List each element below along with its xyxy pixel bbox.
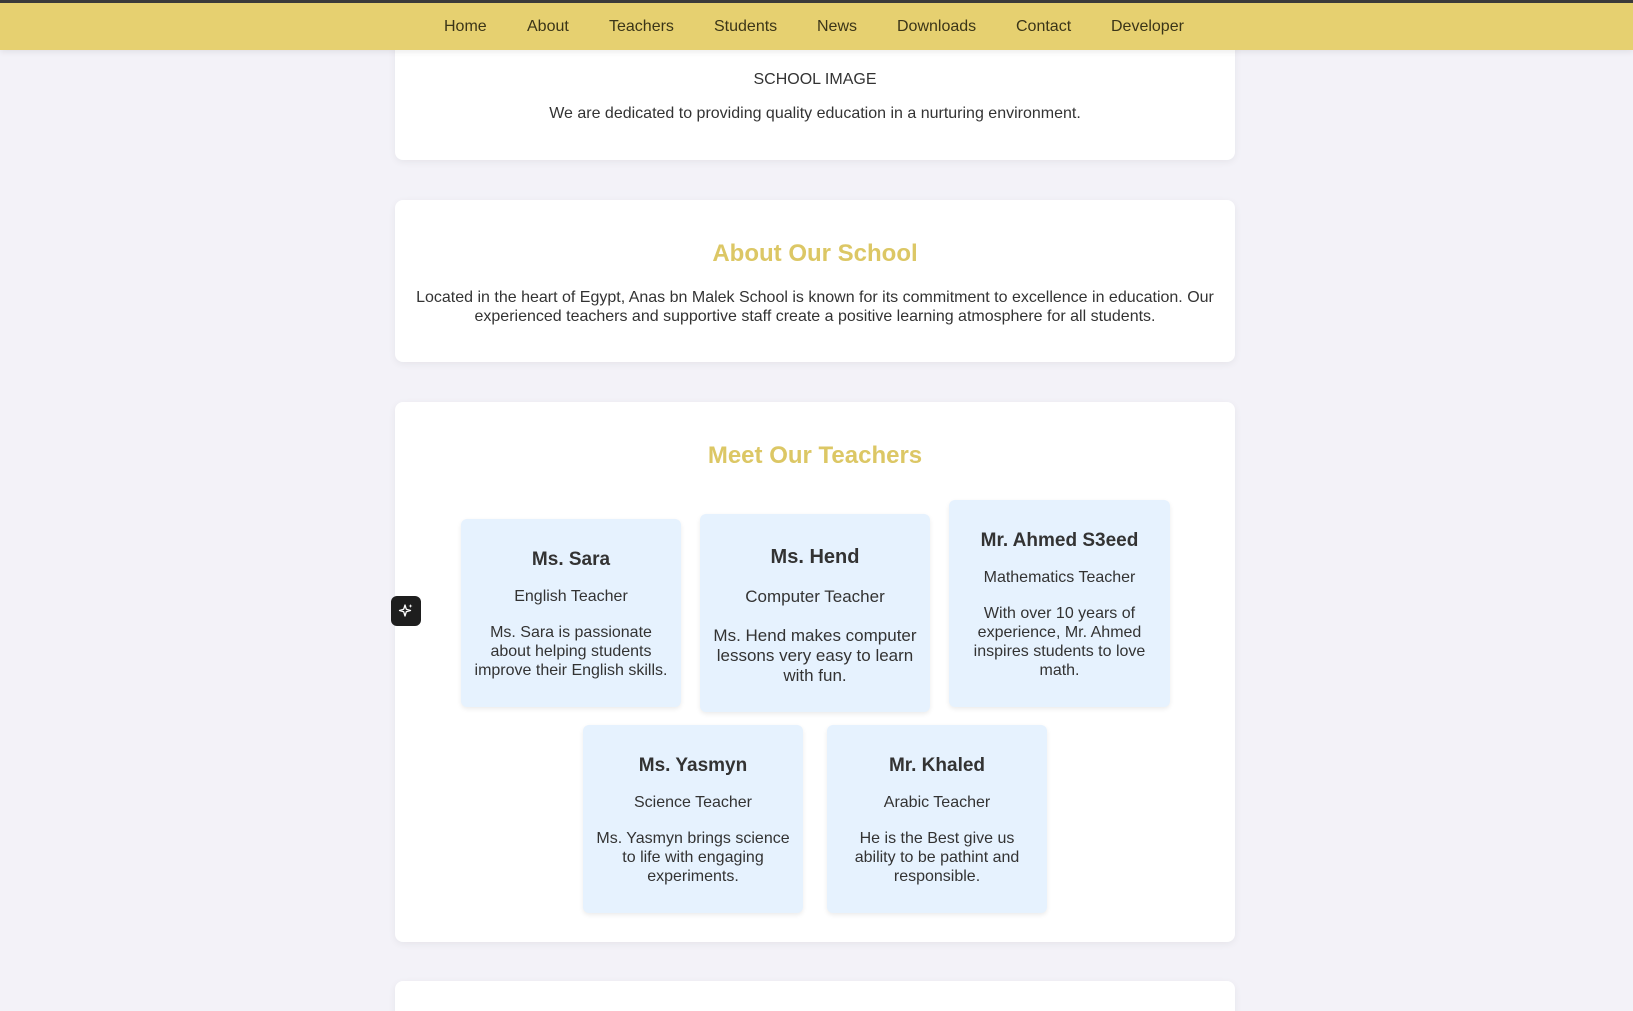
nav-about-link[interactable]: About <box>527 18 569 36</box>
nav-news-link[interactable]: News <box>817 18 857 36</box>
teacher-description: Ms. Sara is passionate about helping stu… <box>474 624 668 679</box>
about-title: About Our School <box>712 240 918 267</box>
nav-home-link[interactable]: Home <box>444 18 487 36</box>
school-image-placeholder: SCHOOL IMAGE <box>753 71 877 88</box>
teacher-card-khaled: Mr. Khaled Arabic Teacher He is the Best… <box>827 725 1047 913</box>
sparkle-icon <box>398 604 413 617</box>
sparkle-button[interactable] <box>391 596 421 626</box>
hero-tagline: We are dedicated to providing quality ed… <box>549 105 1081 122</box>
nav-students-link[interactable]: Students <box>714 18 777 36</box>
teacher-description: With over 10 years of experience, Mr. Ah… <box>973 605 1146 679</box>
teacher-card-sara: Ms. Sara English Teacher Ms. Sara is pas… <box>461 519 681 707</box>
teacher-name: Ms. Yasmyn <box>638 755 748 776</box>
about-section: About Our School Located in the heart of… <box>395 200 1235 362</box>
about-text: Located in the heart of Egypt, Anas bn M… <box>416 289 1214 325</box>
teacher-role: Science Teacher <box>634 794 752 811</box>
teacher-name: Mr. Ahmed S3eed <box>980 530 1139 551</box>
top-navigation-bar: Home About Teachers Students News Downlo… <box>0 0 1633 50</box>
teacher-role: Arabic Teacher <box>883 794 991 811</box>
teachers-section: Meet Our Teachers Ms. Sara English Teach… <box>395 402 1235 942</box>
teacher-description: Ms. Hend makes computer lessons very eas… <box>713 626 917 685</box>
teacher-description: Ms. Yasmyn brings science to life with e… <box>596 830 790 885</box>
teacher-name: Ms. Sara <box>531 549 611 570</box>
teachers-title: Meet Our Teachers <box>707 442 923 469</box>
nav-menu: Home About Teachers Students News Downlo… <box>0 3 1633 50</box>
nav-downloads-link[interactable]: Downloads <box>897 18 976 36</box>
teacher-role: Computer Teacher <box>745 587 885 606</box>
nav-developer-link[interactable]: Developer <box>1111 18 1184 36</box>
page: Home About Teachers Students News Downlo… <box>0 0 1633 1011</box>
teacher-role: Mathematics Teacher <box>983 569 1136 586</box>
teacher-card-hend: Ms. Hend Computer Teacher Ms. Hend makes… <box>700 514 930 712</box>
next-section-card <box>395 981 1235 1011</box>
teacher-card-yasmyn: Ms. Yasmyn Science Teacher Ms. Yasmyn br… <box>583 725 803 913</box>
teacher-description: He is the Best give us ability to be pat… <box>854 830 1020 885</box>
nav-contact-link[interactable]: Contact <box>1016 18 1071 36</box>
teacher-card-ahmed: Mr. Ahmed S3eed Mathematics Teacher With… <box>949 500 1170 707</box>
teacher-role: English Teacher <box>514 588 628 605</box>
teacher-name: Mr. Khaled <box>888 755 986 776</box>
nav-teachers-link[interactable]: Teachers <box>609 18 674 36</box>
teacher-name: Ms. Hend <box>770 546 860 568</box>
